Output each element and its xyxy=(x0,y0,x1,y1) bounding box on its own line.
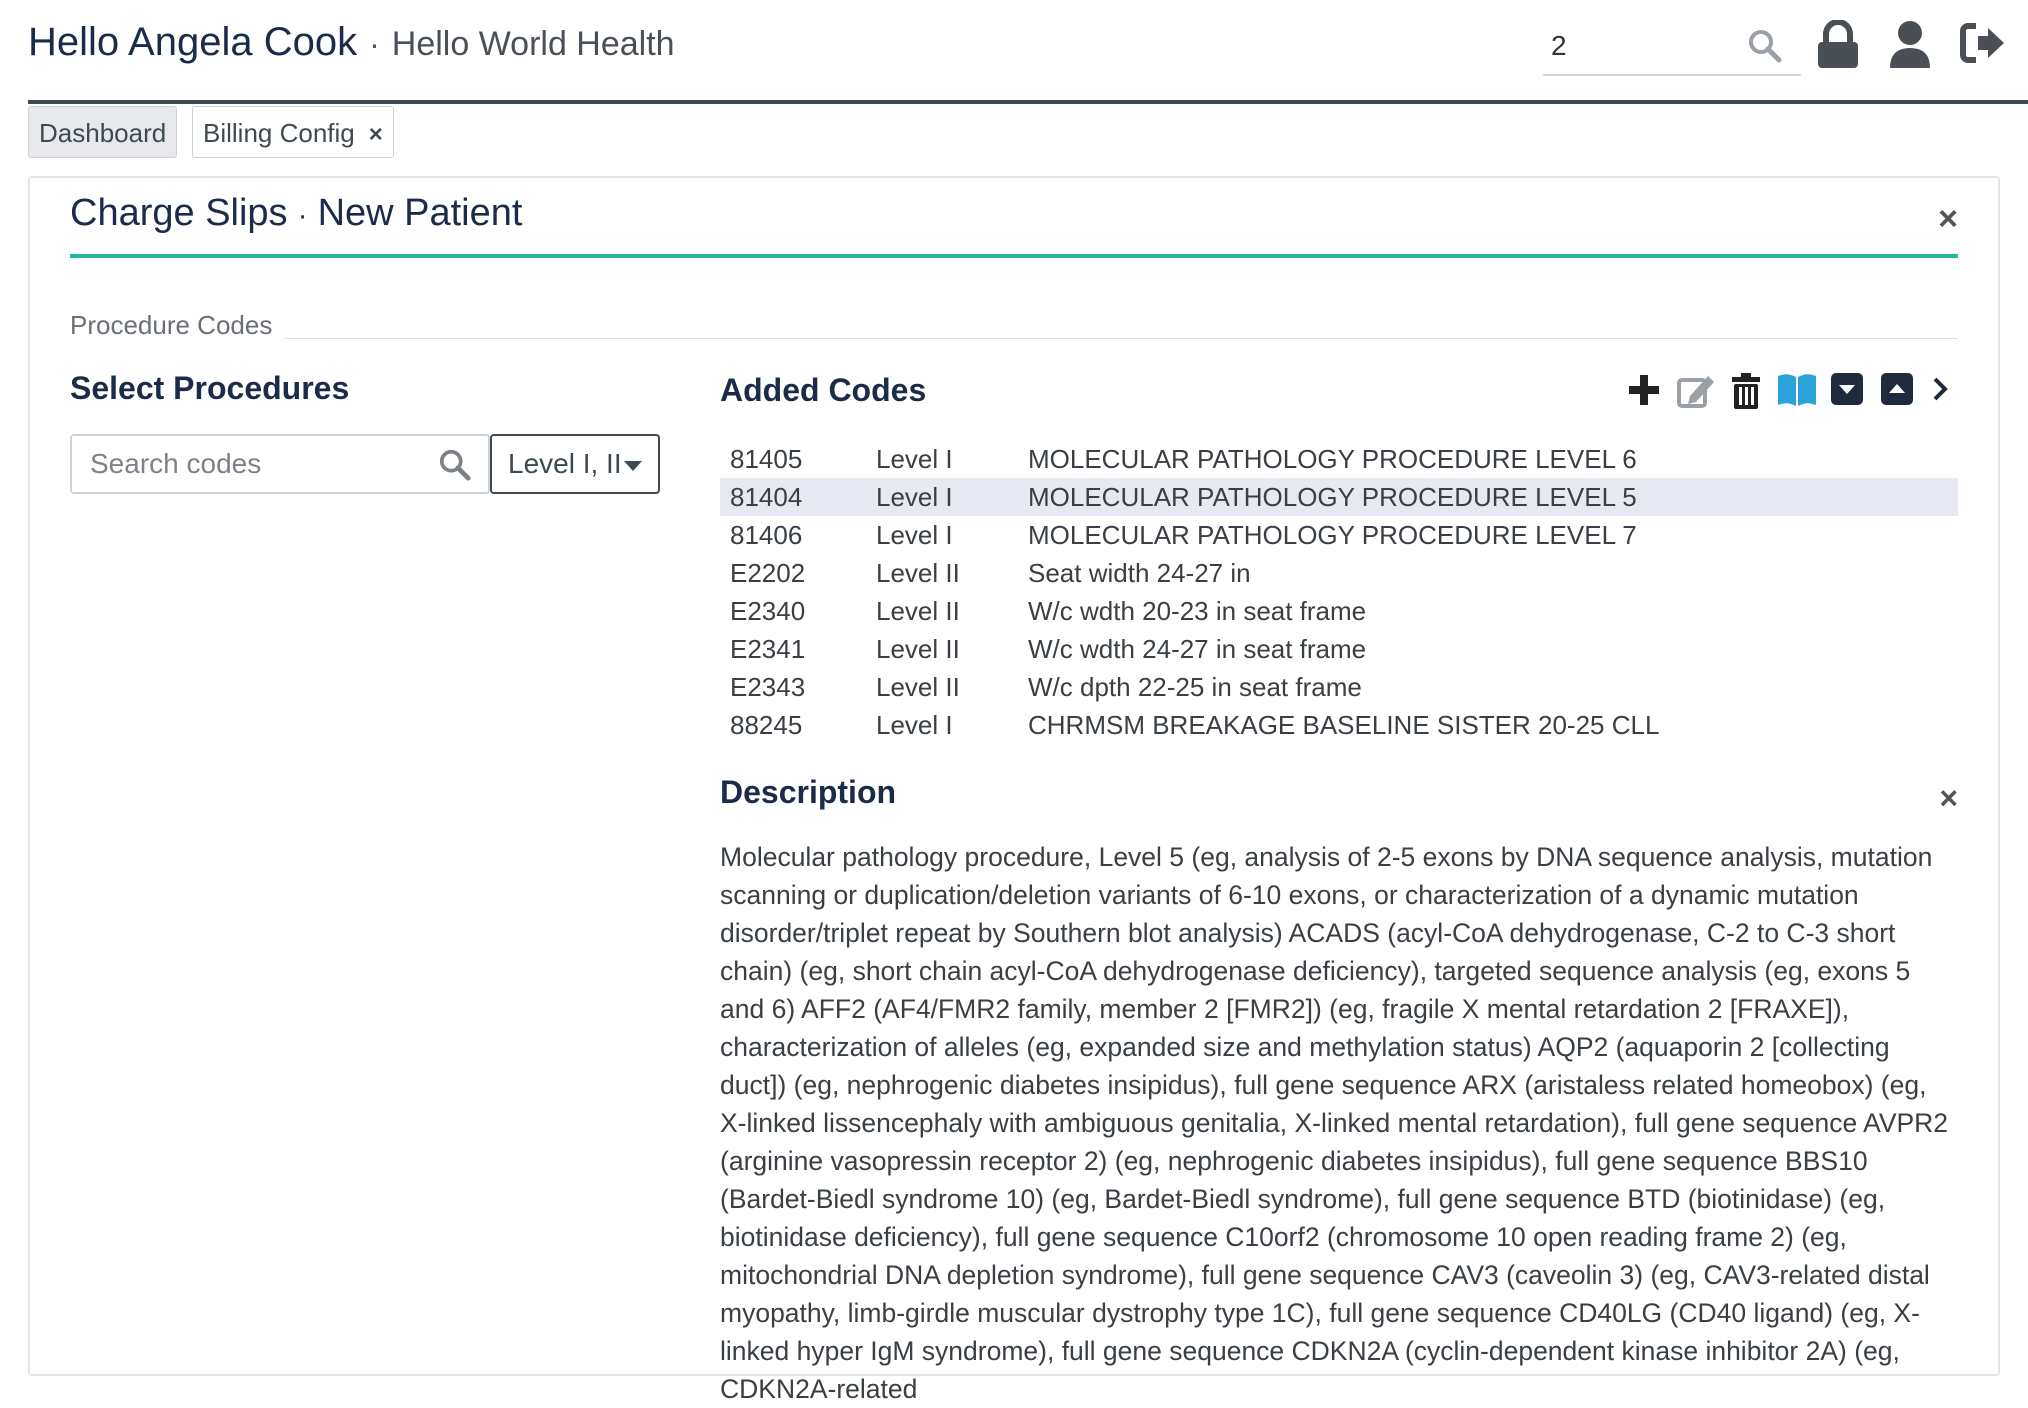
select-procedures-heading: Select Procedures xyxy=(70,370,350,406)
code-cell: E2343 xyxy=(730,671,806,702)
level-cell: Level II xyxy=(876,671,960,702)
code-cell: 81404 xyxy=(730,481,803,512)
caret-up-square-icon[interactable] xyxy=(1880,372,1914,411)
book-icon[interactable] xyxy=(1776,372,1818,413)
edit-icon[interactable] xyxy=(1676,372,1716,415)
charge-slips-panel: Charge Slips · New Patient × Procedure Cod… xyxy=(28,176,2000,1404)
close-description-icon[interactable]: × xyxy=(1939,780,1958,817)
level-cell: Level II xyxy=(876,557,960,588)
close-panel-icon[interactable]: × xyxy=(1938,200,1958,239)
user-greeting: Hello Angela Cook xyxy=(28,20,358,64)
level-cell: Level I xyxy=(876,519,953,550)
description-cell: MOLECULAR PATHOLOGY PROCEDURE LEVEL 6 xyxy=(1028,443,1637,474)
top-header: Hello Angela Cook · Hello World Health 2 xyxy=(28,0,2028,104)
search-icon[interactable] xyxy=(438,448,472,487)
chevron-down-icon xyxy=(624,461,642,471)
lock-icon[interactable] xyxy=(1816,19,1860,75)
caret-down-square-icon[interactable] xyxy=(1830,372,1864,411)
user-icon[interactable] xyxy=(1888,20,1932,75)
table-row[interactable]: E2202 Level II Seat width 24-27 in xyxy=(720,554,1958,592)
panel-title-main: Charge Slips xyxy=(70,192,288,234)
code-cell: E2341 xyxy=(730,633,806,664)
table-row[interactable]: E2343 Level II W/c dpth 22-25 in seat fram… xyxy=(720,668,1958,706)
level-cell: Level I xyxy=(876,709,953,740)
plus-icon[interactable] xyxy=(1626,372,1662,413)
level-cell: Level I xyxy=(876,481,953,512)
added-codes-heading: Added Codes xyxy=(720,372,927,408)
panel-title-separator: · xyxy=(297,199,308,232)
code-cell: E2202 xyxy=(730,557,806,588)
added-codes-rows: 81405 Level I MOLECULAR PATHOLOGY PROCEDUR… xyxy=(720,440,1958,744)
table-row[interactable]: 81405 Level I MOLECULAR PATHOLOGY PROCEDUR… xyxy=(720,440,1958,478)
section-label: Procedure Codes xyxy=(70,310,273,340)
added-codes-toolbar xyxy=(1626,372,1962,416)
panel-subtitle: New Patient xyxy=(317,192,523,234)
description-cell: W/c dpth 22-25 in seat frame xyxy=(1028,671,1362,702)
description-cell: CHRMSM BREAKAGE BASELINE SISTER 20-25 CL… xyxy=(1028,709,1660,740)
logout-icon[interactable] xyxy=(1960,20,2006,71)
description-cell: Seat width 24-27 in xyxy=(1028,557,1251,588)
organization-name: Hello World Health xyxy=(391,25,675,63)
description-cell: W/c wdth 20-23 in seat frame xyxy=(1028,595,1367,626)
tab-dashboard[interactable]: Dashboard xyxy=(28,106,178,158)
search-codes-field[interactable] xyxy=(70,434,490,494)
table-row[interactable]: E2341 Level II W/c wdth 24-27 in seat fram… xyxy=(720,630,1958,668)
trash-icon[interactable] xyxy=(1730,372,1762,415)
description-cell: MOLECULAR PATHOLOGY PROCEDURE LEVEL 7 xyxy=(1028,519,1637,550)
panel-title-rule xyxy=(70,254,1958,258)
description-cell: W/c wdth 24-27 in seat frame xyxy=(1028,633,1367,664)
level-cell: Level I xyxy=(876,443,953,474)
level-cell: Level II xyxy=(876,633,960,664)
header-search-value[interactable]: 2 xyxy=(1551,30,1567,62)
search-icon[interactable] xyxy=(1747,28,1783,69)
description-text: Molecular pathology procedure, Level 5 (… xyxy=(720,842,1949,1404)
table-row[interactable]: 81404 Level I MOLECULAR PATHOLOGY PROCEDUR… xyxy=(720,478,1958,516)
added-codes-table: 81405 Level I MOLECULAR PATHOLOGY PROCEDUR… xyxy=(720,440,1958,744)
table-row[interactable]: 81406 Level I MOLECULAR PATHOLOGY PROCEDUR… xyxy=(720,516,1958,554)
panel-title: Charge Slips · New Patient xyxy=(70,192,522,235)
description-cell: MOLECULAR PATHOLOGY PROCEDURE LEVEL 5 xyxy=(1028,481,1637,512)
table-row[interactable]: 88245 Level I CHRMSM BREAKAGE BASELINE SIS… xyxy=(720,706,1958,744)
search-codes-input[interactable] xyxy=(88,447,432,481)
header-search[interactable]: 2 xyxy=(1543,22,1801,76)
brand: Hello Angela Cook · Hello World Health xyxy=(28,20,675,65)
brand-separator: · xyxy=(369,26,380,62)
table-row[interactable]: E2340 Level II W/c wdth 20-23 in seat fram… xyxy=(720,592,1958,630)
tab-dashboard-label: Dashboard xyxy=(39,118,167,148)
tab-billing-config-label: Billing Config xyxy=(203,118,355,148)
chevron-right-icon[interactable] xyxy=(1930,372,1952,411)
tab-billing-config[interactable]: Billing Config × xyxy=(192,106,394,158)
code-cell: 81405 xyxy=(730,443,803,474)
level-filter-value: Level I, II xyxy=(508,448,622,479)
code-cell: 81406 xyxy=(730,519,803,550)
code-cell: 88245 xyxy=(730,709,803,740)
level-filter-dropdown[interactable]: Level I, II xyxy=(490,434,660,494)
section-divider xyxy=(284,338,1958,339)
close-tab-icon[interactable]: × xyxy=(369,121,383,148)
description-heading: Description xyxy=(720,774,897,810)
code-cell: E2340 xyxy=(730,595,806,626)
level-cell: Level II xyxy=(876,595,960,626)
